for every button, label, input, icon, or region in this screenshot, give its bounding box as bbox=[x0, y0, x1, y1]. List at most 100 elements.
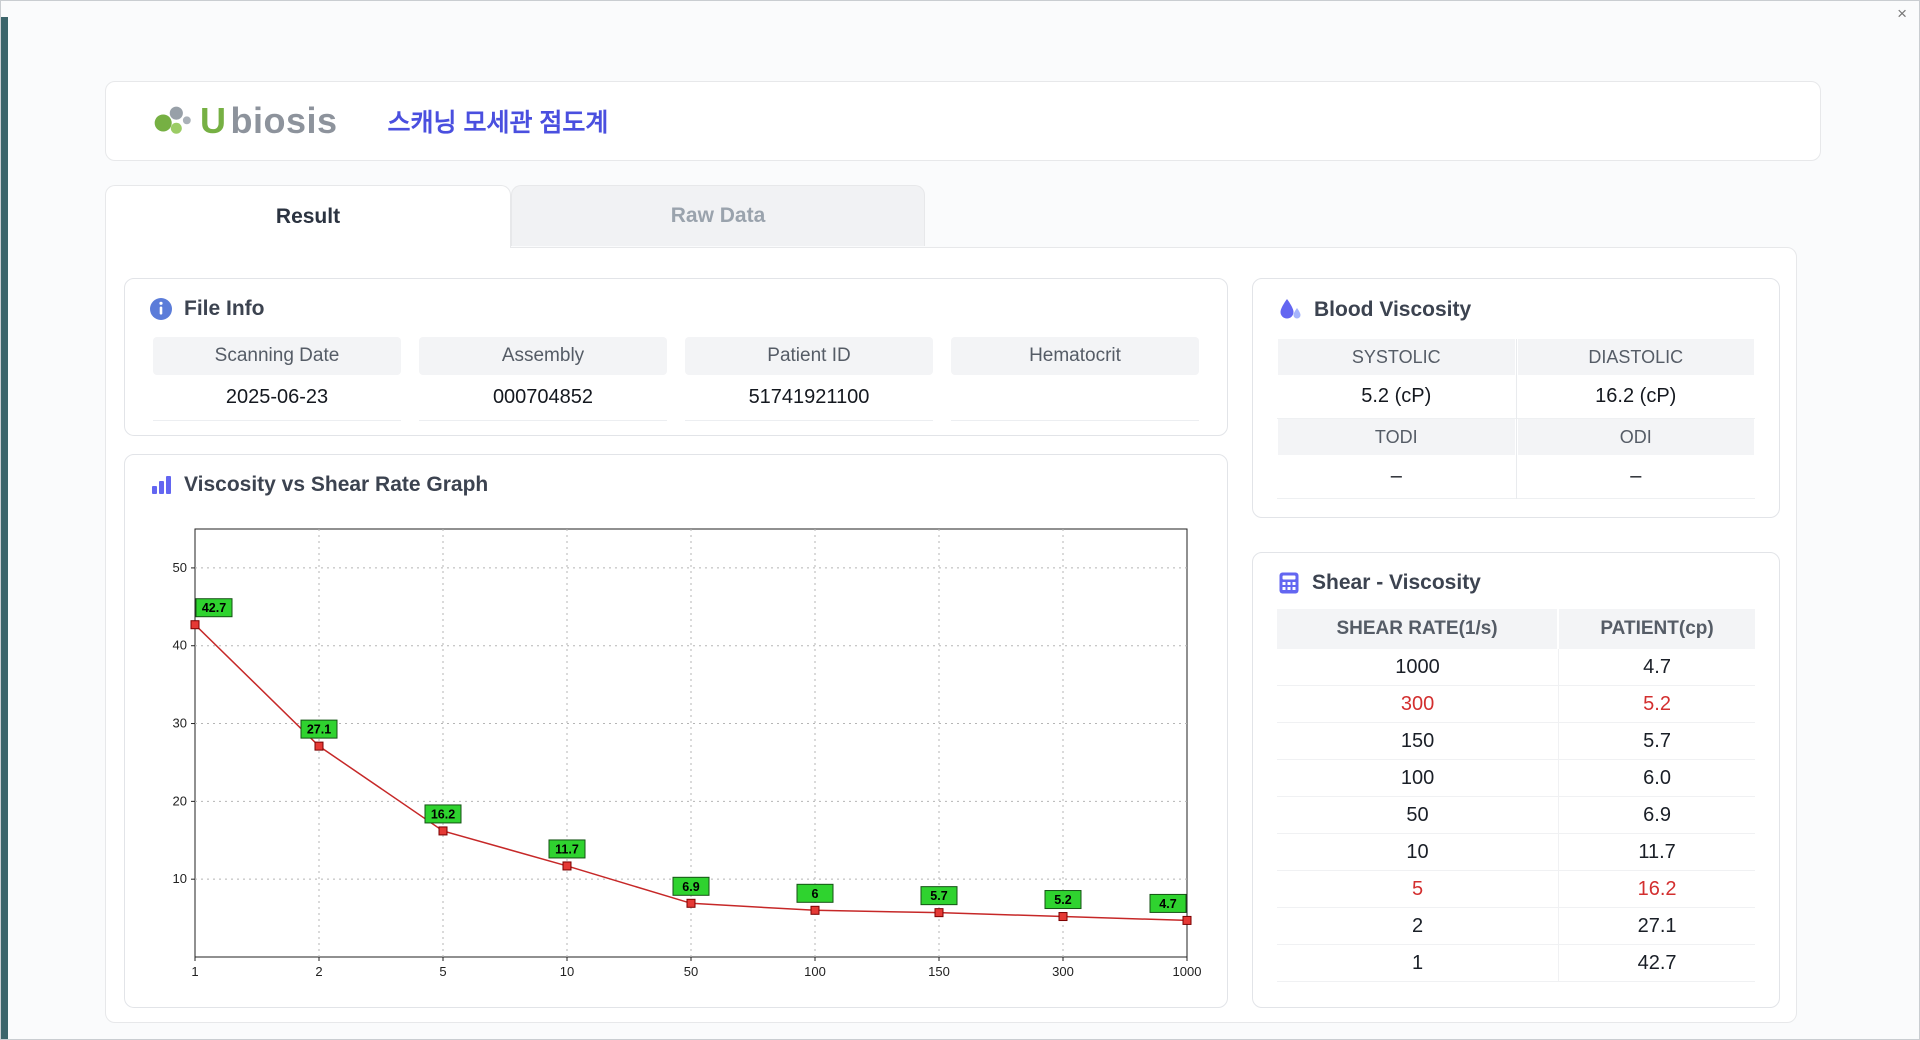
todi-value: – bbox=[1277, 455, 1516, 499]
field-hematocrit: Hematocrit bbox=[951, 337, 1199, 421]
svg-text:300: 300 bbox=[1052, 964, 1074, 979]
svg-text:11.7: 11.7 bbox=[555, 842, 579, 856]
patient-cell: 27.1 bbox=[1559, 908, 1755, 945]
content-panel: File Info Scanning Date 2025-06-23 Assem… bbox=[105, 247, 1797, 1023]
blood-viscosity-grid: SYSTOLIC 5.2 (cP) TODI – DIASTOLIC 16.2 … bbox=[1277, 339, 1755, 499]
leaf-dots-icon bbox=[154, 103, 196, 139]
shear-cell: 1000 bbox=[1277, 649, 1559, 686]
hematocrit-label: Hematocrit bbox=[951, 337, 1199, 375]
svg-text:50: 50 bbox=[173, 560, 187, 575]
svg-text:30: 30 bbox=[173, 716, 187, 731]
graph-card: Viscosity vs Shear Rate Graph 10 20 30 40 50… bbox=[124, 454, 1228, 1008]
svg-text:10: 10 bbox=[173, 871, 187, 886]
logo-text-u: U bbox=[200, 100, 227, 142]
patient-cell: 16.2 bbox=[1559, 871, 1755, 908]
file-info-title: File Info bbox=[184, 297, 265, 321]
svg-text:5.2: 5.2 bbox=[1054, 893, 1071, 907]
bar-chart-icon bbox=[149, 473, 173, 497]
table-header-row: SHEAR RATE(1/s) PATIENT(cp) bbox=[1277, 609, 1755, 649]
svg-text:10: 10 bbox=[560, 964, 574, 979]
diastolic-value: 16.2 (cP) bbox=[1517, 375, 1756, 419]
svg-text:16.2: 16.2 bbox=[431, 807, 455, 821]
shear-cell: 100 bbox=[1277, 760, 1559, 797]
ubiosis-logo: Ubiosis bbox=[154, 100, 338, 142]
shear-cell: 50 bbox=[1277, 797, 1559, 834]
table-row: 3005.2 bbox=[1277, 686, 1755, 723]
svg-text:2: 2 bbox=[315, 964, 322, 979]
graph-title: Viscosity vs Shear Rate Graph bbox=[184, 473, 488, 497]
patient-cell: 11.7 bbox=[1559, 834, 1755, 871]
shear-viscosity-title: Shear - Viscosity bbox=[1312, 571, 1481, 595]
tab-result[interactable]: Result bbox=[105, 185, 511, 248]
svg-text:150: 150 bbox=[928, 964, 950, 979]
svg-text:1: 1 bbox=[191, 964, 198, 979]
table-row: 1006.0 bbox=[1277, 760, 1755, 797]
blood-viscosity-card: Blood Viscosity SYSTOLIC 5.2 (cP) TODI –… bbox=[1252, 278, 1780, 518]
svg-text:100: 100 bbox=[804, 964, 826, 979]
table-row: 10004.7 bbox=[1277, 649, 1755, 686]
odi-value: – bbox=[1517, 455, 1756, 499]
bv-right-column: DIASTOLIC 16.2 (cP) ODI – bbox=[1516, 339, 1756, 499]
odi-label: ODI bbox=[1518, 419, 1755, 455]
table-row: 227.1 bbox=[1277, 908, 1755, 945]
field-assembly: Assembly 000704852 bbox=[419, 337, 667, 421]
assembly-value: 000704852 bbox=[419, 375, 667, 421]
assembly-label: Assembly bbox=[419, 337, 667, 375]
svg-text:1000: 1000 bbox=[1173, 964, 1202, 979]
shear-cell: 150 bbox=[1277, 723, 1559, 760]
todi-label: TODI bbox=[1278, 419, 1515, 455]
field-patient-id: Patient ID 51741921100 bbox=[685, 337, 933, 421]
shear-cell: 2 bbox=[1277, 908, 1559, 945]
chart-area: 10 20 30 40 50 1 2 5 10 50 100 150 300 1000 42.7 27.1 16… bbox=[149, 509, 1203, 998]
svg-text:27.1: 27.1 bbox=[307, 723, 331, 737]
svg-text:4.7: 4.7 bbox=[1159, 897, 1176, 911]
patient-cell: 5.7 bbox=[1559, 723, 1755, 760]
info-icon bbox=[149, 297, 173, 321]
viscosity-chart: 10 20 30 40 50 1 2 5 10 50 100 150 300 1000 42.7 27.1 16… bbox=[149, 509, 1205, 993]
column-shear-rate: SHEAR RATE(1/s) bbox=[1277, 609, 1559, 649]
patient-cell: 6.0 bbox=[1559, 760, 1755, 797]
file-info-card: File Info Scanning Date 2025-06-23 Assem… bbox=[124, 278, 1228, 436]
shear-cell: 1 bbox=[1277, 945, 1559, 982]
column-patient: PATIENT(cp) bbox=[1559, 609, 1755, 649]
window-left-edge bbox=[1, 17, 8, 1039]
calculator-icon bbox=[1277, 571, 1301, 595]
patient-cell: 42.7 bbox=[1559, 945, 1755, 982]
table-row: 142.7 bbox=[1277, 945, 1755, 982]
patient-id-label: Patient ID bbox=[685, 337, 933, 375]
patient-cell: 4.7 bbox=[1559, 649, 1755, 686]
svg-text:5.7: 5.7 bbox=[930, 889, 947, 903]
systolic-label: SYSTOLIC bbox=[1278, 339, 1515, 375]
svg-text:50: 50 bbox=[684, 964, 698, 979]
shear-cell: 5 bbox=[1277, 871, 1559, 908]
table-row: 1011.7 bbox=[1277, 834, 1755, 871]
svg-text:6.9: 6.9 bbox=[682, 880, 699, 894]
blood-viscosity-title: Blood Viscosity bbox=[1314, 298, 1471, 322]
svg-text:40: 40 bbox=[173, 638, 187, 653]
shear-cell: 300 bbox=[1277, 686, 1559, 723]
scanning-date-label: Scanning Date bbox=[153, 337, 401, 375]
hematocrit-value bbox=[951, 375, 1199, 421]
field-scanning-date: Scanning Date 2025-06-23 bbox=[153, 337, 401, 421]
svg-text:42.7: 42.7 bbox=[202, 601, 226, 615]
app-header: Ubiosis 스캐닝 모세관 점도계 bbox=[105, 81, 1821, 161]
logo-text-rest: biosis bbox=[231, 100, 338, 142]
file-info-fields: Scanning Date 2025-06-23 Assembly 000704… bbox=[149, 337, 1203, 421]
patient-cell: 6.9 bbox=[1559, 797, 1755, 834]
scanning-date-value: 2025-06-23 bbox=[153, 375, 401, 421]
svg-text:6: 6 bbox=[812, 887, 819, 901]
table-row: 1505.7 bbox=[1277, 723, 1755, 760]
water-drop-icon bbox=[1277, 297, 1303, 323]
table-row: 506.9 bbox=[1277, 797, 1755, 834]
table-row: 516.2 bbox=[1277, 871, 1755, 908]
svg-text:5: 5 bbox=[439, 964, 446, 979]
svg-text:20: 20 bbox=[173, 793, 187, 808]
tab-raw-data[interactable]: Raw Data bbox=[511, 185, 925, 246]
systolic-value: 5.2 (cP) bbox=[1277, 375, 1516, 419]
diastolic-label: DIASTOLIC bbox=[1518, 339, 1755, 375]
close-icon[interactable]: × bbox=[1897, 4, 1907, 24]
app-title: 스캐닝 모세관 점도계 bbox=[388, 103, 609, 139]
patient-cell: 5.2 bbox=[1559, 686, 1755, 723]
shear-viscosity-card: Shear - Viscosity SHEAR RATE(1/s) PATIEN… bbox=[1252, 552, 1780, 1008]
shear-viscosity-table: SHEAR RATE(1/s) PATIENT(cp) 10004.7 3005… bbox=[1277, 609, 1755, 982]
